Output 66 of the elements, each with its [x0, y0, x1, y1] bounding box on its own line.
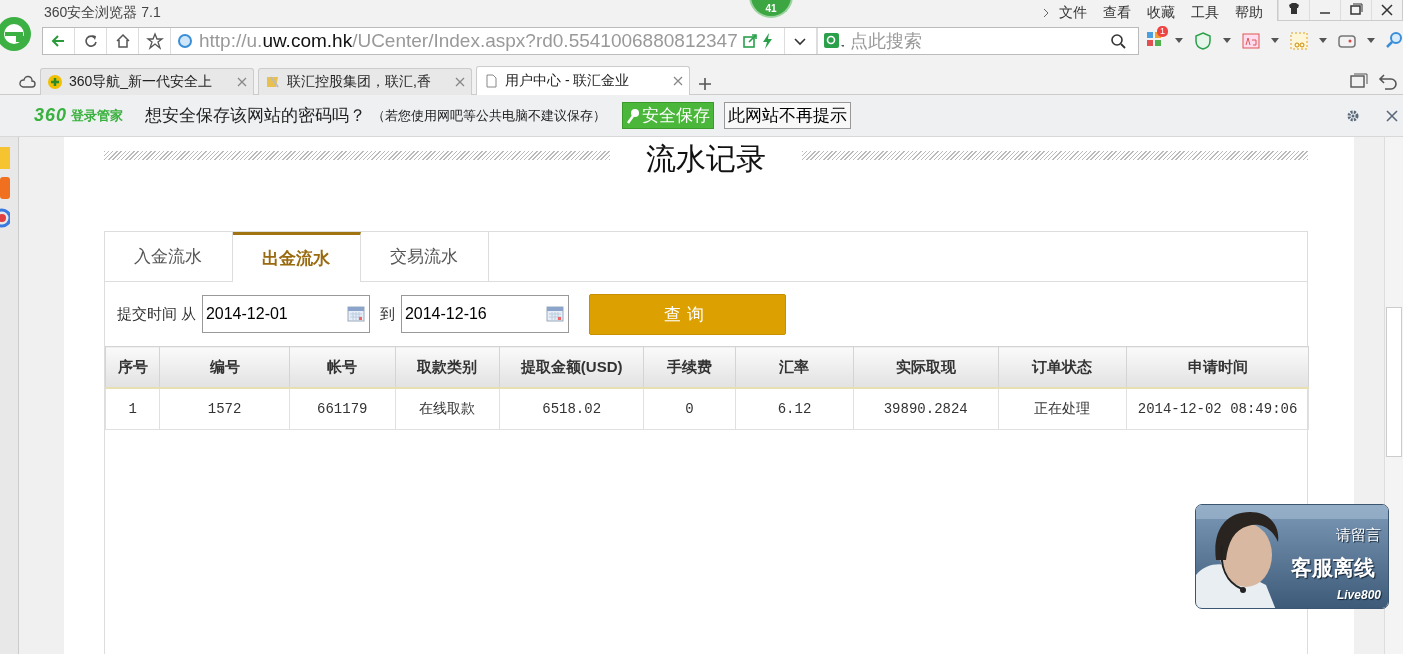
to-label: 到	[379, 304, 395, 324]
browser-tab[interactable]: 联汇控股集团，联汇,香	[258, 68, 472, 95]
table-cell: 661179	[289, 388, 396, 430]
browser-tab[interactable]: 用户中心 - 联汇金业	[476, 66, 690, 95]
tab-list-icon[interactable]	[1349, 73, 1369, 91]
column-header: 帐号	[289, 346, 396, 388]
window-title: 360安全浏览器 7.1	[44, 4, 161, 22]
settings-icon[interactable]	[1346, 108, 1360, 123]
column-header: 编号	[159, 346, 290, 388]
note-text: （若您使用网吧等公共电脑不建议保存）	[372, 106, 607, 125]
caret-icon[interactable]	[1223, 38, 1231, 44]
brand-text: Live800	[1336, 588, 1381, 602]
column-header: 申请时间	[1126, 346, 1309, 388]
chevron-icon[interactable]	[1041, 7, 1051, 19]
caret-icon[interactable]	[1175, 38, 1183, 44]
caret-icon[interactable]	[1319, 38, 1327, 44]
prompt-text: 想安全保存该网站的密码吗？	[145, 105, 367, 127]
menu-item[interactable]: 工具	[1183, 4, 1227, 22]
table-cell: 0	[643, 388, 736, 430]
brand-name: 登录管家	[71, 106, 124, 125]
leave-message-text: 请留言	[1336, 526, 1381, 545]
column-header: 订单状态	[998, 346, 1127, 388]
column-header: 取款类别	[395, 346, 500, 388]
status-text: 客服离线	[1291, 555, 1375, 581]
column-header: 序号	[105, 346, 160, 388]
tab[interactable]: 交易流水	[360, 232, 489, 281]
table-cell: 1572	[159, 388, 290, 430]
brand-logo: 360	[34, 105, 68, 126]
table-cell: 1	[105, 388, 160, 430]
column-header: 实际取现	[853, 346, 999, 388]
browser-tab[interactable]: 360导航_新一代安全上	[40, 68, 254, 95]
page-heading: 流水记录	[644, 140, 767, 177]
menu-item[interactable]: 收藏	[1139, 4, 1183, 22]
shield-icon[interactable]	[1193, 31, 1213, 51]
page-icon	[483, 73, 499, 89]
menu-item[interactable]: 文件	[1051, 4, 1095, 22]
notification-badge: 1	[1157, 26, 1168, 37]
table-cell: 2014-12-02 08:49:06	[1126, 388, 1309, 430]
site-icon	[47, 74, 63, 90]
table-cell: 6518.02	[499, 388, 644, 430]
live-chat-button[interactable]: 请留言 客服离线 Live800	[1195, 504, 1389, 609]
tab[interactable]: 出金流水	[232, 232, 361, 282]
never-remind-button[interactable]: 此网站不再提示	[724, 102, 852, 129]
close-icon[interactable]	[1386, 109, 1398, 122]
caret-icon[interactable]	[1271, 38, 1279, 44]
menu-item[interactable]: 帮助	[1227, 4, 1271, 22]
sidebar-icon[interactable]	[0, 207, 10, 229]
table-cell: 在线取款	[395, 388, 500, 430]
table-cell: 正在处理	[998, 388, 1127, 430]
site-icon	[265, 74, 281, 90]
filter-label: 提交时间	[116, 304, 177, 324]
table-cell: 39890.2824	[853, 388, 999, 430]
column-header: 汇率	[735, 346, 854, 388]
key-icon	[626, 107, 641, 124]
tab[interactable]: 入金流水	[104, 232, 233, 281]
menu-item[interactable]: 查看	[1095, 4, 1139, 22]
cloud-icon[interactable]	[18, 73, 36, 91]
column-header: 提取金额(USD)	[499, 346, 644, 388]
maximize-icon[interactable]	[1348, 2, 1364, 18]
table-cell: 6.12	[735, 388, 854, 430]
from-label: 从	[180, 304, 196, 324]
close-icon[interactable]	[1379, 2, 1395, 18]
caret-icon[interactable]	[1367, 38, 1375, 44]
column-header: 手续费	[643, 346, 736, 388]
scrollbar-thumb[interactable]	[1386, 307, 1402, 457]
translate-icon[interactable]	[1241, 31, 1261, 51]
